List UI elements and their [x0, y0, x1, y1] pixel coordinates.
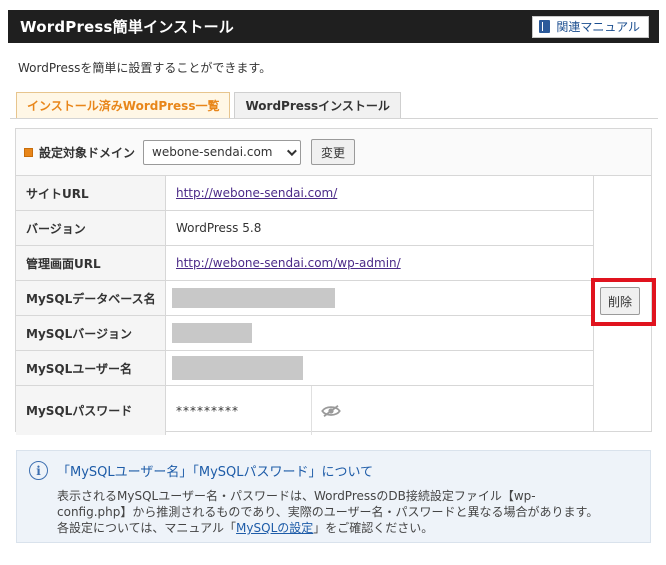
redacted-db-version [172, 323, 252, 343]
notice-title: 「MySQLユーザー名」「MySQLパスワード」について [57, 465, 374, 480]
mysql-settings-link[interactable]: MySQLの設定 [236, 521, 313, 535]
intro-text: WordPressを簡単に設置することができます。 [18, 61, 272, 75]
notice-body: 表示されるMySQLユーザー名・パスワードは、WordPressのDB接続設定フ… [57, 488, 638, 536]
book-icon [539, 20, 551, 33]
version-value: WordPress 5.8 [176, 221, 262, 235]
related-manual-button[interactable]: 関連マニュアル [532, 15, 649, 38]
domain-select[interactable]: webone-sendai.com [143, 139, 302, 165]
tab-installed-list[interactable]: インストール済みWordPress一覧 [16, 92, 231, 118]
table-row: MySQLユーザー名 [16, 351, 593, 386]
version-label: バージョン [16, 211, 166, 245]
table-row: MySQLバージョン [16, 316, 593, 351]
db-name-label: MySQLデータベース名 [16, 281, 166, 315]
info-icon: i [29, 461, 48, 480]
tab-install[interactable]: WordPressインストール [234, 92, 401, 118]
delete-button[interactable]: 削除 [600, 287, 640, 315]
table-row: MySQLデータベース名 [16, 281, 593, 316]
tab-bar: インストール済みWordPress一覧 WordPressインストール [16, 92, 401, 118]
notice-line: 表示されるMySQLユーザー名・パスワードは、WordPressのDB接続設定フ… [57, 489, 536, 503]
change-button[interactable]: 変更 [311, 139, 356, 165]
domain-row: 設定対象ドメイン webone-sendai.com 変更 [16, 129, 651, 176]
db-password-value: ********* [176, 386, 312, 435]
tab-divider [10, 118, 658, 119]
installed-panel: 設定対象ドメイン webone-sendai.com 変更 サイトURL htt… [15, 128, 656, 435]
admin-url-label: 管理画面URL [16, 246, 166, 280]
notice-box: i 「MySQLユーザー名」「MySQLパスワード」について 表示されるMySQ… [16, 450, 651, 543]
notice-line: 各設定については、マニュアル「MySQLの設定」をご確認ください。 [57, 521, 434, 535]
table-row: MySQLパスワード ********* [16, 386, 593, 435]
info-table: サイトURL http://webone-sendai.com/ バージョン W… [16, 176, 593, 435]
domain-label: 設定対象ドメイン [39, 145, 136, 160]
domain-select-value: webone-sendai.com [152, 145, 273, 159]
site-url-link[interactable]: http://webone-sendai.com/ [176, 186, 337, 200]
table-row: サイトURL http://webone-sendai.com/ [16, 176, 593, 211]
square-bullet-icon [24, 147, 33, 157]
related-manual-label: 関連マニュアル [556, 20, 640, 34]
eye-slash-icon[interactable] [320, 404, 342, 418]
chevron-down-icon [286, 145, 297, 156]
admin-url-link[interactable]: http://webone-sendai.com/wp-admin/ [176, 256, 401, 270]
page-title: WordPress簡単インストール [20, 18, 234, 36]
db-password-label: MySQLパスワード [16, 386, 166, 435]
table-row: 管理画面URL http://webone-sendai.com/wp-admi… [16, 246, 593, 281]
db-version-label: MySQLバージョン [16, 316, 166, 350]
db-user-label: MySQLユーザー名 [16, 351, 166, 385]
site-url-label: サイトURL [16, 176, 166, 210]
redacted-db-name [172, 288, 335, 308]
page-header: WordPress簡単インストール 関連マニュアル [8, 10, 659, 43]
notice-line: config.php】から推測されるものであり、実際のユーザー名・パスワードと異… [57, 505, 599, 519]
redacted-db-user [172, 356, 303, 380]
table-row: バージョン WordPress 5.8 [16, 211, 593, 246]
